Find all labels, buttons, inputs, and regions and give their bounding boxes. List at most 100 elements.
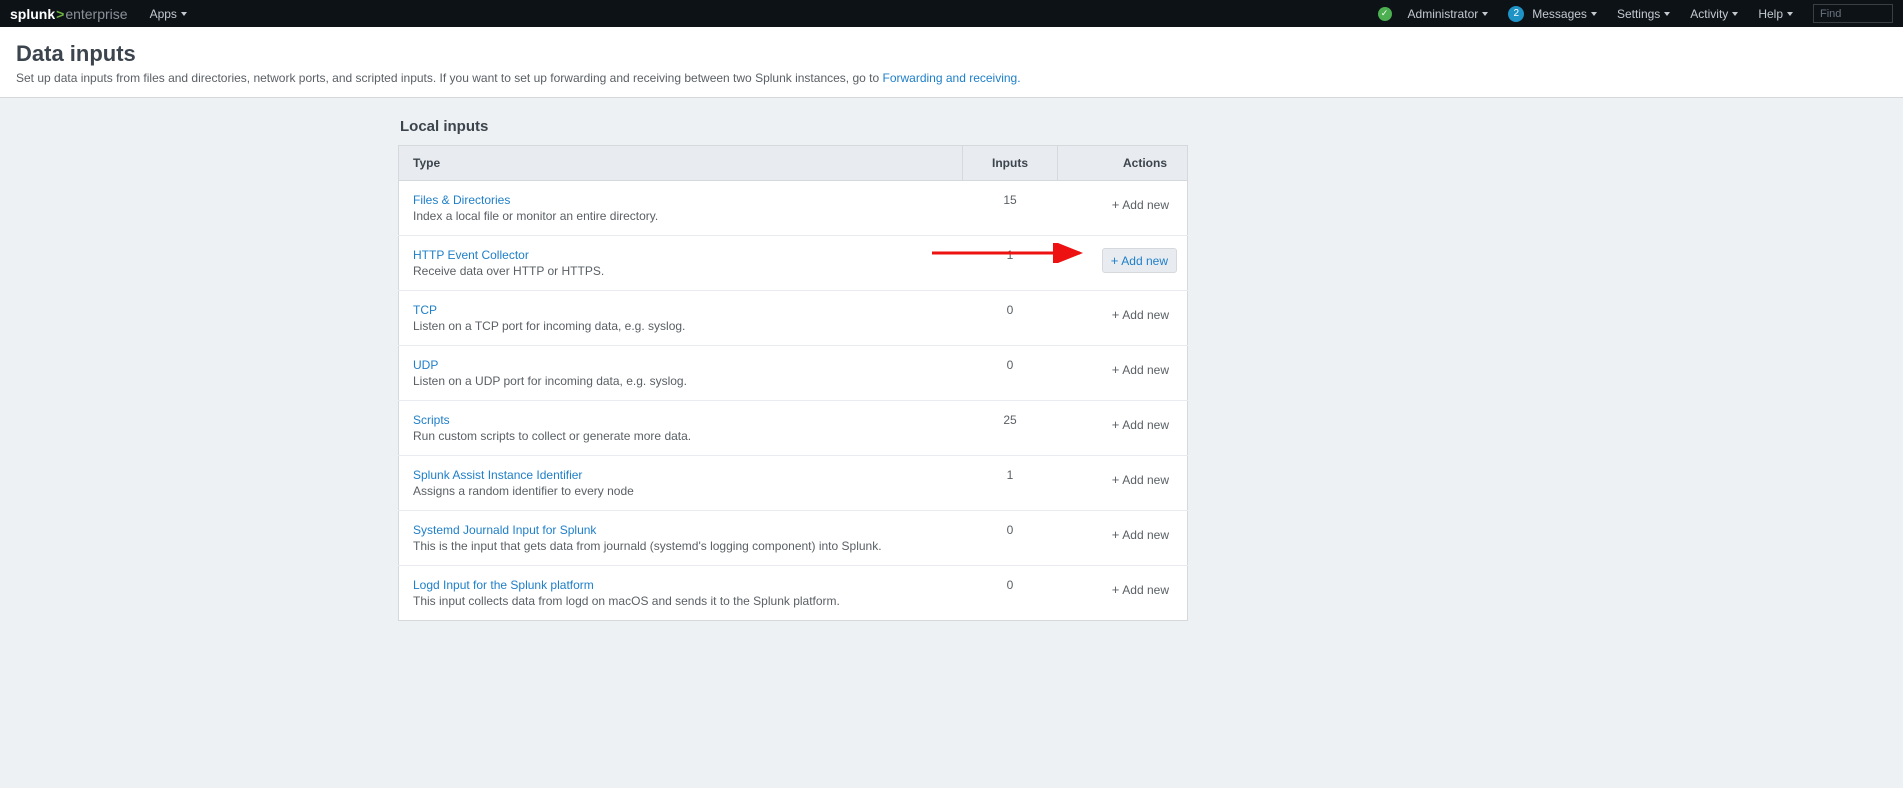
activity-label: Activity <box>1690 7 1728 21</box>
inputs-count: 0 <box>963 566 1058 621</box>
caret-down-icon <box>1591 12 1597 16</box>
type-cell: Files & Directories Index a local file or… <box>399 181 963 236</box>
type-cell: TCP Listen on a TCP port for incoming dat… <box>399 291 963 346</box>
plus-icon: + <box>1112 417 1120 432</box>
topbar: splunk > enterprise Apps ✓ Administrator… <box>0 0 1903 27</box>
actions-cell: + Add new <box>1058 511 1188 566</box>
add-new-label: Add new <box>1122 528 1169 542</box>
help-menu[interactable]: Help <box>1748 7 1803 21</box>
input-desc: Listen on a UDP port for incoming data, … <box>413 374 949 388</box>
type-cell: UDP Listen on a UDP port for incoming dat… <box>399 346 963 401</box>
inputs-count: 1 <box>963 456 1058 511</box>
page-title: Data inputs <box>16 41 1887 67</box>
input-name-link[interactable]: Systemd Journald Input for Splunk <box>413 523 596 537</box>
input-name-link[interactable]: TCP <box>413 303 437 317</box>
add-new-button[interactable]: + Add new <box>1104 468 1177 491</box>
inputs-count: 15 <box>963 181 1058 236</box>
help-label: Help <box>1758 7 1783 21</box>
col-inputs: Inputs <box>963 146 1058 181</box>
add-new-label: Add new <box>1122 418 1169 432</box>
administrator-label: Administrator <box>1408 7 1479 21</box>
settings-menu[interactable]: Settings <box>1607 7 1680 21</box>
add-new-button[interactable]: + Add new <box>1104 578 1177 601</box>
table-row: Systemd Journald Input for SplunkThis is… <box>399 511 1188 566</box>
input-name-link[interactable]: Scripts <box>413 413 450 427</box>
inputs-count: 1 <box>963 236 1058 291</box>
actions-cell: + Add new <box>1058 401 1188 456</box>
status-ok-icon[interactable]: ✓ <box>1378 7 1392 21</box>
add-new-button[interactable]: + Add new <box>1104 303 1177 326</box>
logo[interactable]: splunk > enterprise <box>10 6 140 22</box>
add-new-button[interactable]: + Add new <box>1104 413 1177 436</box>
actions-cell: + Add new <box>1058 181 1188 236</box>
plus-icon: + <box>1112 582 1120 597</box>
caret-down-icon <box>1732 12 1738 16</box>
add-new-button[interactable]: + Add new <box>1104 523 1177 546</box>
type-cell: Scripts Run custom scripts to collect or … <box>399 401 963 456</box>
table-row: Splunk Assist Instance Identifier Assigns… <box>399 456 1188 511</box>
col-type: Type <box>399 146 963 181</box>
input-desc: Run custom scripts to collect or generat… <box>413 429 949 443</box>
settings-label: Settings <box>1617 7 1660 21</box>
caret-down-icon <box>1787 12 1793 16</box>
add-new-button[interactable]: + Add new <box>1102 248 1177 273</box>
caret-down-icon <box>181 12 187 16</box>
add-new-label: Add new <box>1122 473 1169 487</box>
col-actions: Actions <box>1058 146 1188 181</box>
actions-cell: + Add new <box>1058 566 1188 621</box>
table-row: HTTP Event Collector Receive data over HT… <box>399 236 1188 291</box>
plus-icon: + <box>1112 197 1120 212</box>
table-row: UDP Listen on a UDP port for incoming dat… <box>399 346 1188 401</box>
messages-menu[interactable]: 2 Messages <box>1498 6 1607 22</box>
add-new-label: Add new <box>1122 308 1169 322</box>
plus-icon: + <box>1112 527 1120 542</box>
input-name-link[interactable]: Files & Directories <box>413 193 510 207</box>
actions-cell: + Add new <box>1058 456 1188 511</box>
table-row: Logd Input for the Splunk platform This i… <box>399 566 1188 621</box>
input-name-link[interactable]: Splunk Assist Instance Identifier <box>413 468 582 482</box>
plus-icon: + <box>1111 253 1119 268</box>
chevron-right-icon: > <box>56 6 64 22</box>
add-new-label: Add new <box>1122 198 1169 212</box>
apps-menu[interactable]: Apps <box>140 7 197 21</box>
input-desc: Listen on a TCP port for incoming data, … <box>413 319 949 333</box>
plus-icon: + <box>1112 362 1120 377</box>
caret-down-icon <box>1482 12 1488 16</box>
type-cell: Logd Input for the Splunk platform This i… <box>399 566 963 621</box>
type-cell: HTTP Event Collector Receive data over HT… <box>399 236 963 291</box>
page-subtitle: Set up data inputs from files and direct… <box>16 71 1887 85</box>
table-header-row: Type Inputs Actions <box>399 146 1188 181</box>
inputs-count: 25 <box>963 401 1058 456</box>
plus-icon: + <box>1112 472 1120 487</box>
input-desc: Receive data over HTTP or HTTPS. <box>413 264 949 278</box>
inputs-count: 0 <box>963 346 1058 401</box>
input-desc: Index a local file or monitor an entire … <box>413 209 949 223</box>
add-new-button[interactable]: + Add new <box>1104 193 1177 216</box>
table-row: TCP Listen on a TCP port for incoming dat… <box>399 291 1188 346</box>
add-new-button[interactable]: + Add new <box>1104 358 1177 381</box>
find-input[interactable] <box>1813 4 1893 23</box>
inputs-count: 0 <box>963 291 1058 346</box>
input-name-link[interactable]: HTTP Event Collector <box>413 248 529 262</box>
page-header: Data inputs Set up data inputs from file… <box>0 27 1903 98</box>
subtitle-text: Set up data inputs from files and direct… <box>16 71 882 85</box>
logo-text-2: enterprise <box>65 6 127 22</box>
actions-cell: + Add new <box>1058 291 1188 346</box>
inputs-table: Type Inputs Actions Files & Directories I… <box>398 145 1188 621</box>
search-wrap <box>1813 4 1893 23</box>
activity-menu[interactable]: Activity <box>1680 7 1748 21</box>
input-desc: This input collects data from logd on ma… <box>413 594 949 608</box>
forwarding-link[interactable]: Forwarding and receiving. <box>882 71 1020 85</box>
content: Local inputs Type Inputs Actions Files &… <box>398 118 1188 621</box>
add-new-label: Add new <box>1121 254 1168 268</box>
logo-text-1: splunk <box>10 6 55 22</box>
messages-badge: 2 <box>1508 6 1524 22</box>
section-title: Local inputs <box>398 118 1188 135</box>
apps-label: Apps <box>150 7 177 21</box>
administrator-menu[interactable]: Administrator <box>1398 7 1499 21</box>
input-name-link[interactable]: Logd Input for the Splunk platform <box>413 578 594 592</box>
input-desc: Assigns a random identifier to every nod… <box>413 484 949 498</box>
input-name-link[interactable]: UDP <box>413 358 438 372</box>
add-new-label: Add new <box>1122 583 1169 597</box>
messages-label: Messages <box>1532 7 1587 21</box>
